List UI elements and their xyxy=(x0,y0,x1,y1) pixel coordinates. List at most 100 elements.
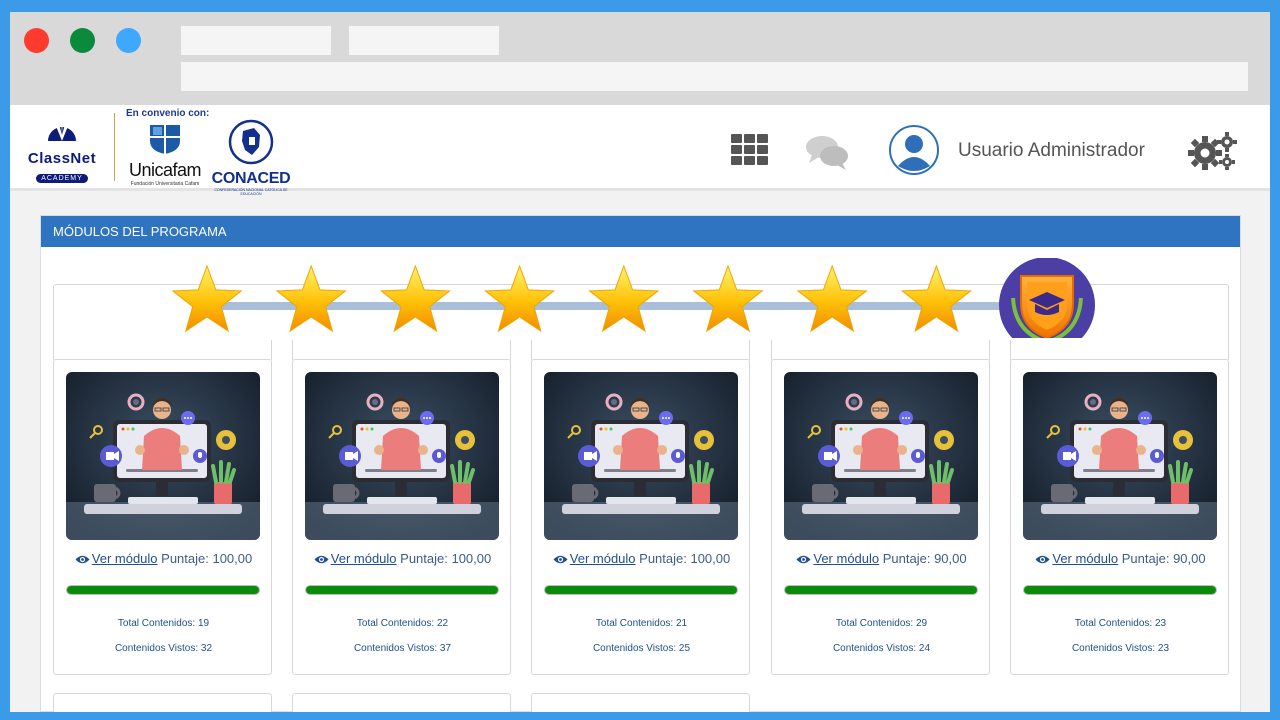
apps-grid-button[interactable] xyxy=(730,133,770,172)
module-score: Puntaje: 100,00 xyxy=(161,551,253,566)
module-progress-fill xyxy=(545,586,737,594)
browser-tab-1[interactable] xyxy=(181,26,331,55)
module-card-tab xyxy=(531,340,750,360)
module-thumbnail-image xyxy=(544,372,738,540)
module-card: Ver módulo Puntaje: 90,00 Total Contenid… xyxy=(771,359,990,675)
address-bar[interactable] xyxy=(181,62,1248,91)
progress-star-icon xyxy=(484,264,556,333)
total-contents: Total Contenidos: 21 xyxy=(595,618,688,629)
total-contents: Total Contenidos: 23 xyxy=(1074,618,1167,629)
seen-contents: Contenidos Vistos: 37 xyxy=(353,643,452,654)
module-progress-fill xyxy=(306,586,498,594)
module-link-row: Ver módulo Puntaje: 90,00 xyxy=(772,551,991,566)
apps-grid-icon xyxy=(731,134,768,165)
module-thumbnail[interactable] xyxy=(305,372,499,540)
module-progress-fill xyxy=(785,586,977,594)
module-card: Ver módulo Puntaje: 100,00 Total Conteni… xyxy=(53,359,272,675)
classnet-logo[interactable]: ClassNet ACADEMY xyxy=(22,115,102,183)
module-card-tab xyxy=(1010,340,1229,360)
module-card-tab xyxy=(53,340,272,360)
classnet-logo-icon xyxy=(48,117,76,141)
browser-tab-2[interactable] xyxy=(349,26,499,55)
view-module-link[interactable]: Ver módulo xyxy=(92,551,158,566)
module-thumbnail-image xyxy=(1023,372,1217,540)
unicafam-logo[interactable]: Unicafam Fundación Universitaria Cafam xyxy=(124,123,206,187)
progress-star-icon xyxy=(692,264,764,333)
module-thumbnail[interactable] xyxy=(66,372,260,540)
graduation-shield-icon xyxy=(999,257,1095,353)
convenio-label: En convenio con: xyxy=(126,108,210,119)
module-score: Puntaje: 100,00 xyxy=(400,551,492,566)
module-score: Puntaje: 90,00 xyxy=(1121,551,1206,566)
settings-gears-icon xyxy=(1188,132,1237,170)
module-thumbnail[interactable] xyxy=(1023,372,1217,540)
progress-star-icon xyxy=(379,264,451,333)
minimize-window-button[interactable] xyxy=(116,28,141,53)
eye-icon xyxy=(1035,555,1050,564)
conaced-name: CONACED xyxy=(211,170,291,187)
conaced-logo[interactable]: CONACED CONFEDERACIÓN NACIONAL CATÓLICA … xyxy=(210,119,292,196)
module-link-row: Ver módulo Puntaje: 90,00 xyxy=(1011,551,1230,566)
seen-contents: Contenidos Vistos: 25 xyxy=(592,643,691,654)
logo-divider xyxy=(114,113,115,181)
total-contents: Total Contenidos: 29 xyxy=(835,618,928,629)
seen-contents: Contenidos Vistos: 23 xyxy=(1071,643,1170,654)
view-module-link[interactable]: Ver módulo xyxy=(331,551,397,566)
progress-star-icon xyxy=(171,264,243,333)
module-link-row: Ver módulo Puntaje: 100,00 xyxy=(532,551,751,566)
module-card: Ver módulo Puntaje: 90,00 Total Contenid… xyxy=(1010,359,1229,675)
browser-chrome xyxy=(10,12,1270,105)
module-card: Ver módulo Puntaje: 100,00 Total Conteni… xyxy=(531,359,750,675)
app-header: ClassNet ACADEMY En convenio con: Unicaf… xyxy=(10,105,1270,196)
maximize-window-button[interactable] xyxy=(70,28,95,53)
progress-star-icon xyxy=(275,264,347,333)
chat-button[interactable] xyxy=(804,133,850,176)
unicafam-name: Unicafam xyxy=(128,160,202,180)
settings-button[interactable] xyxy=(1188,131,1238,176)
user-avatar[interactable] xyxy=(888,124,940,181)
progress-star-icon xyxy=(796,264,868,333)
browser-window: ClassNet ACADEMY En convenio con: Unicaf… xyxy=(10,12,1270,712)
modules-panel: MÓDULOS DEL PROGRAMA Ver módulo Puntaje:… xyxy=(40,215,1241,712)
module-card-next-1 xyxy=(53,693,272,712)
eye-icon xyxy=(75,555,90,564)
user-name[interactable]: Usuario Administrador xyxy=(958,140,1145,162)
seen-contents: Contenidos Vistos: 32 xyxy=(114,643,213,654)
unicafam-subtitle: Fundación Universitaria Cafam xyxy=(130,181,200,187)
progress-star-icon xyxy=(588,264,660,333)
chat-icon xyxy=(806,136,848,170)
module-progress-fill xyxy=(1024,586,1216,594)
total-contents: Total Contenidos: 19 xyxy=(117,618,210,629)
module-progress-fill xyxy=(67,586,259,594)
module-thumbnail[interactable] xyxy=(784,372,978,540)
module-score: Puntaje: 100,00 xyxy=(639,551,731,566)
progress-track-svg xyxy=(171,257,1095,353)
conaced-subtitle: CONFEDERACIÓN NACIONAL CATÓLICA DE EDUCA… xyxy=(214,188,288,196)
user-avatar-icon xyxy=(889,125,939,175)
module-thumbnail-image xyxy=(66,372,260,540)
module-card-next-3 xyxy=(531,693,750,712)
module-thumbnail-image xyxy=(305,372,499,540)
view-module-link[interactable]: Ver módulo xyxy=(813,551,879,566)
module-progress-bar xyxy=(1023,585,1217,595)
module-progress-bar xyxy=(544,585,738,595)
module-link-row: Ver módulo Puntaje: 100,00 xyxy=(293,551,512,566)
module-link-row: Ver módulo Puntaje: 100,00 xyxy=(54,551,273,566)
module-card-tab xyxy=(771,340,990,360)
view-module-link[interactable]: Ver módulo xyxy=(1052,551,1118,566)
module-card-tab xyxy=(292,340,511,360)
close-window-button[interactable] xyxy=(24,28,49,53)
classnet-academy: ACADEMY xyxy=(36,174,88,183)
eye-icon xyxy=(553,555,568,564)
view-module-link[interactable]: Ver módulo xyxy=(570,551,636,566)
module-thumbnail[interactable] xyxy=(544,372,738,540)
module-progress-bar xyxy=(305,585,499,595)
seen-contents: Contenidos Vistos: 24 xyxy=(832,643,931,654)
unicafam-shield-icon xyxy=(150,125,180,154)
progress-star-icon xyxy=(900,264,972,333)
progress-track xyxy=(155,257,1105,353)
classnet-name: ClassNet xyxy=(27,150,97,167)
eye-icon xyxy=(314,555,329,564)
total-contents: Total Contenidos: 22 xyxy=(356,618,449,629)
module-score: Puntaje: 90,00 xyxy=(882,551,967,566)
